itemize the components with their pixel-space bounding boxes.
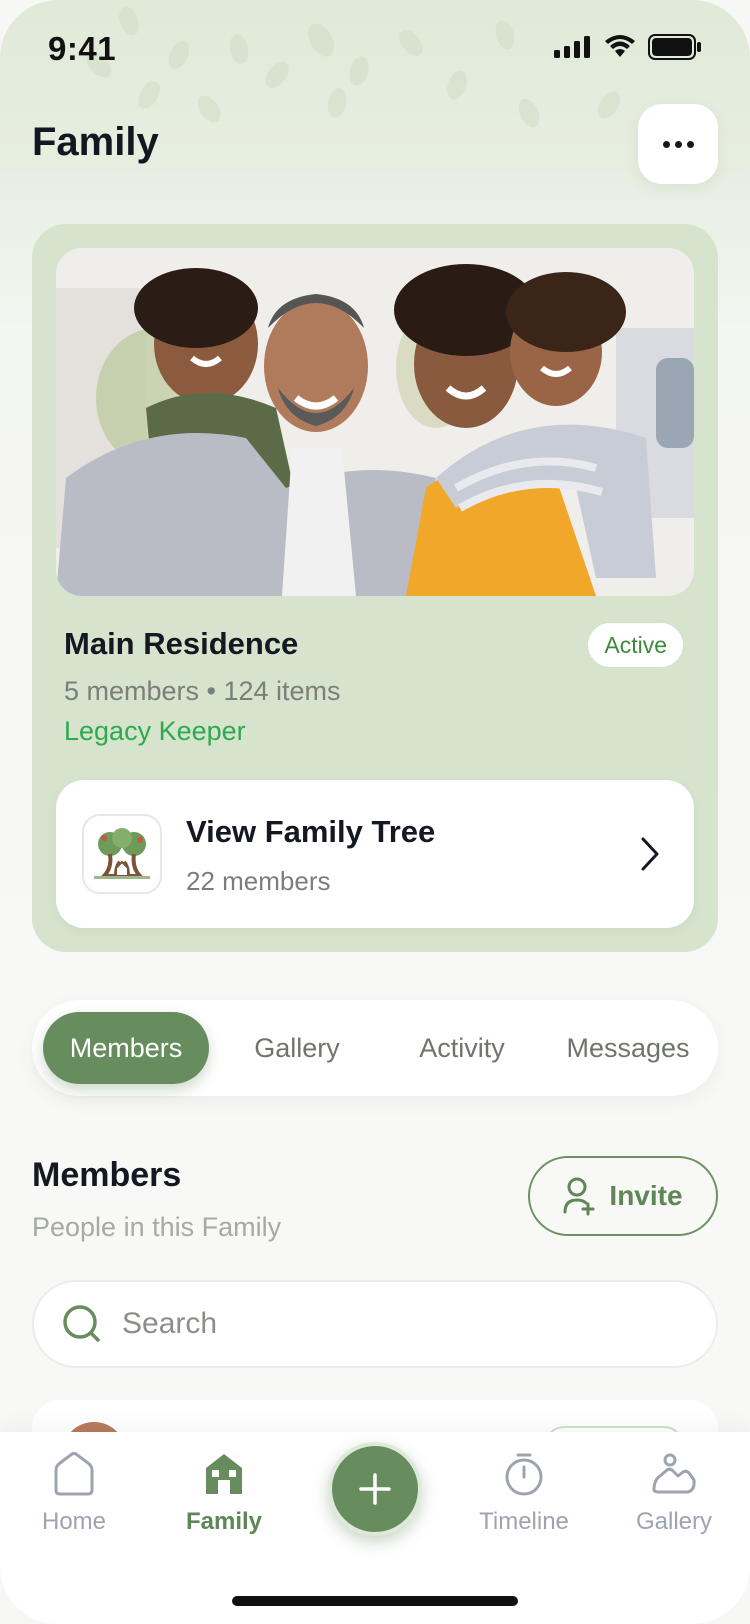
tab-messages[interactable]: Messages [546,1012,710,1084]
wifi-icon [605,35,635,57]
members-subheading: People in this Family [32,1212,282,1242]
family-house-icon [206,1454,242,1494]
family-tree-title: View Family Tree [186,814,436,849]
family-photo [56,248,694,596]
status-time: 9:41 [48,30,117,67]
mountain-image-icon [652,1453,696,1494]
search-bar[interactable] [32,1280,718,1368]
bottom-nav: Home Family Timeline Gallery [0,1432,750,1624]
residence-card[interactable]: Main Residence Active 5 members • 124 it… [32,224,718,952]
family-tree-logo-icon [82,814,162,894]
search-icon [63,1305,100,1342]
invite-button[interactable]: Invite [528,1156,718,1236]
more-dot [674,140,682,148]
status-icons [554,34,702,60]
more-options-button[interactable] [638,104,718,184]
search-input[interactable] [122,1307,662,1341]
plus-icon [359,1473,391,1505]
nav-gallery[interactable]: Gallery [609,1450,739,1536]
more-dot [686,140,694,148]
tab-members[interactable]: Members [43,1012,209,1084]
residence-meta: 5 members • 124 items [64,676,341,706]
add-user-icon [563,1177,595,1216]
tab-activity[interactable]: Activity [382,1012,542,1084]
more-dots-icon [662,140,670,148]
invite-label: Invite [609,1180,683,1211]
nav-label-gallery: Gallery [635,1508,713,1535]
view-family-tree-button[interactable]: View Family Tree 22 members [56,780,694,928]
app-screen: 9:41 Family Main Residence Active 5 memb… [0,0,750,1624]
add-button[interactable] [328,1442,422,1536]
nav-label-family: Family [185,1508,263,1535]
nav-family[interactable]: Family [159,1450,289,1536]
family-tree-count: 22 members [186,866,331,896]
residence-name: Main Residence [64,626,299,661]
members-heading: Members [32,1156,182,1194]
home-indicator [232,1596,518,1606]
nav-timeline[interactable]: Timeline [459,1450,589,1536]
nav-label-timeline: Timeline [479,1508,569,1535]
page-title: Family [32,120,159,164]
battery-icon [648,34,701,60]
timer-icon [505,1453,543,1496]
tab-gallery[interactable]: Gallery [217,1012,377,1084]
nav-home[interactable]: Home [9,1450,139,1536]
home-icon [54,1452,94,1496]
status-badge: Active [587,622,684,668]
section-tabs: Members Gallery Activity Messages [32,1000,718,1096]
chevron-right-icon [641,837,659,871]
signal-icon [554,36,590,58]
nav-label-home: Home [41,1508,107,1535]
residence-role: Legacy Keeper [64,716,246,746]
